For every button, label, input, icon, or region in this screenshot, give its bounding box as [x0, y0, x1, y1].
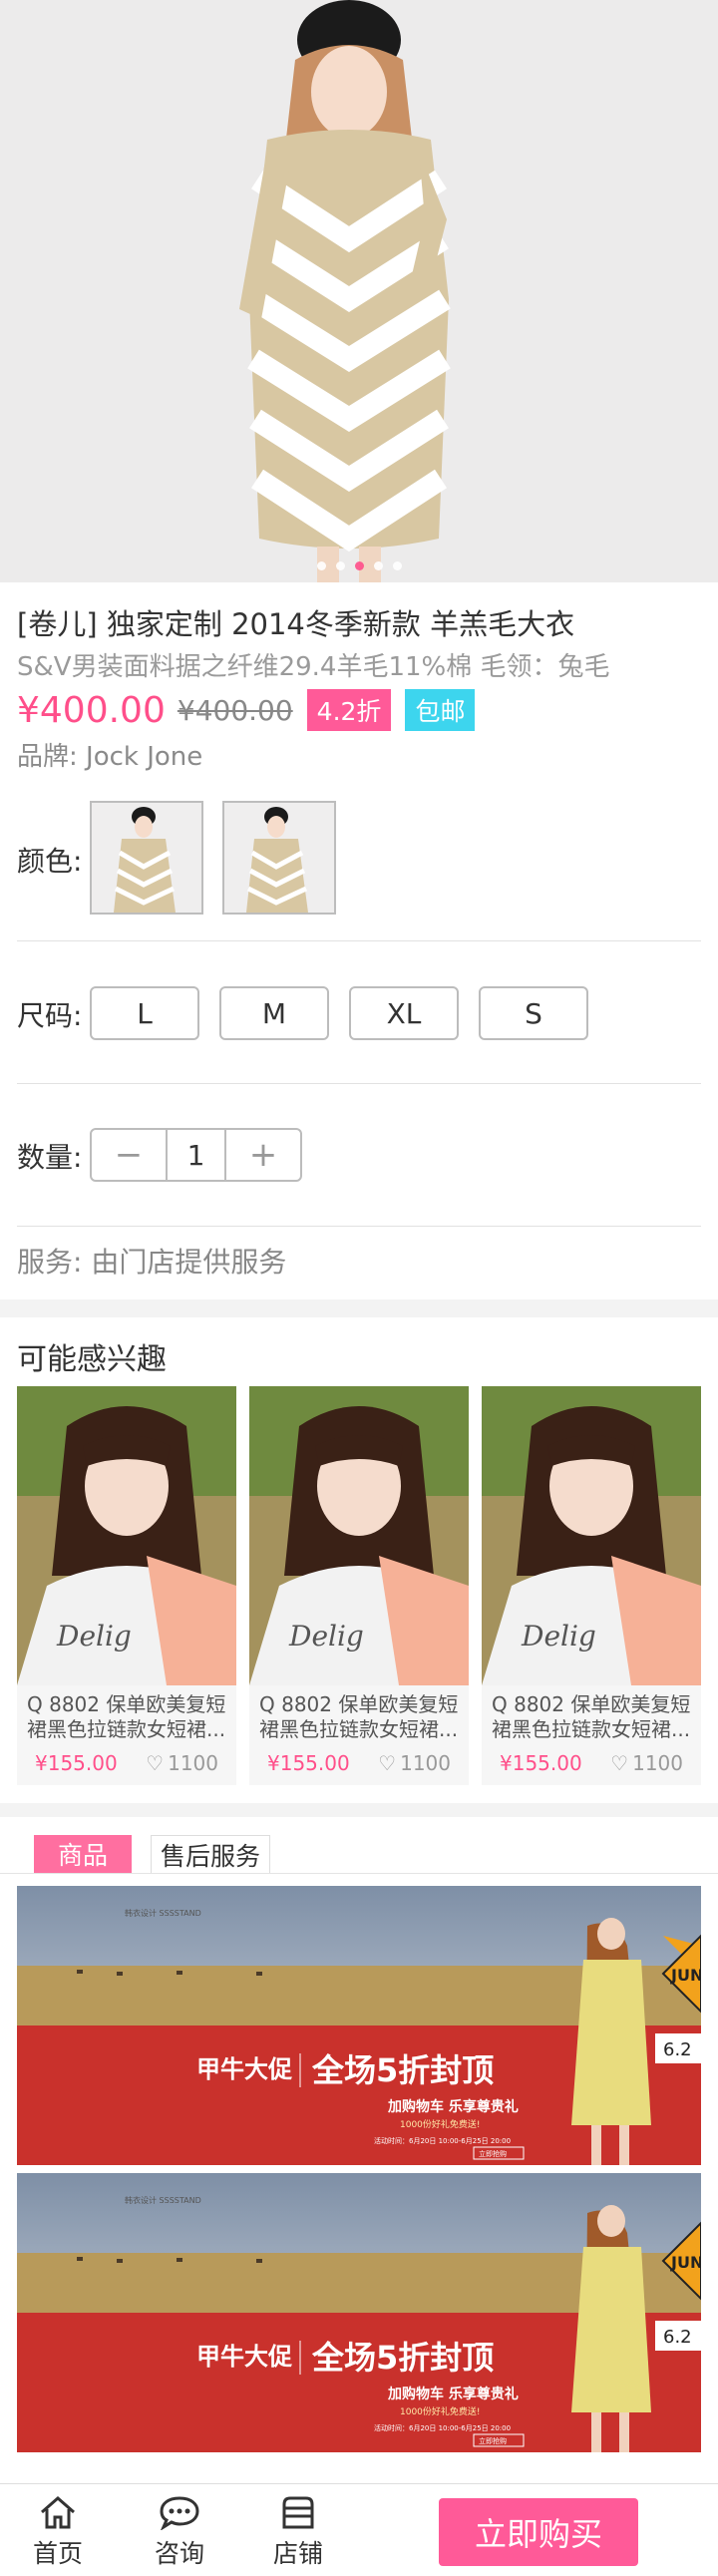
section-separator: [0, 1803, 718, 1817]
product-title: [卷儿] 独家定制 2014冬季新款 羊羔毛大衣: [17, 607, 575, 641]
nav-consult-label: 咨询: [154, 2539, 204, 2568]
svg-text:全场5折封顶: 全场5折封顶: [311, 2051, 494, 2089]
svg-text:活动时间：6月20日 10:00-6月25日 20:00: 活动时间：6月20日 10:00-6月25日 20:00: [374, 2136, 511, 2145]
svg-text:6.2: 6.2: [663, 2039, 692, 2060]
carousel-dot-active[interactable]: [354, 561, 364, 570]
current-price: ¥400.00: [17, 689, 166, 731]
quantity-label: 数量:: [17, 1141, 83, 1174]
svg-text:立即抢购: 立即抢购: [479, 2149, 507, 2158]
recommend-item-likes: ♡ 1100: [610, 1751, 683, 1775]
svg-text:立即抢购: 立即抢购: [479, 2436, 507, 2445]
heart-icon: ♡: [146, 1751, 165, 1775]
nav-shop-label: 店铺: [272, 2539, 323, 2568]
chat-icon: [160, 2496, 199, 2530]
quantity-increase-button[interactable]: +: [226, 1130, 300, 1180]
size-option-m[interactable]: M: [219, 986, 329, 1040]
shop-icon: [282, 2496, 314, 2529]
buy-now-button[interactable]: 立即购买: [439, 2498, 638, 2566]
discount-badge: 4.2折: [306, 689, 392, 731]
promo-banner[interactable]: 韩衣设计 SSSSTAND 甲牛大促 全场5折封顶 加购物车 乐享尊贵礼 100…: [17, 2173, 701, 2452]
swatch-thumbnail: [224, 803, 334, 913]
recommend-item[interactable]: Delig Q 8802 保单欧美复短 裙黑色拉链款女短裙... ¥155.00…: [482, 1386, 701, 1785]
carousel-dot[interactable]: [392, 561, 402, 570]
recommend-title: 可能感兴趣: [17, 1342, 167, 1377]
nav-home[interactable]: 首页: [18, 2494, 98, 2570]
recommend-item-price: ¥155.00: [500, 1751, 582, 1775]
recommend-item[interactable]: Delig Q 8802 保单欧美复短 裙黑色拉链款女短裙... ¥155.00…: [17, 1386, 236, 1785]
svg-text:JUN: JUN: [670, 1966, 701, 1985]
service-info: 服务: 由门店提供服务: [17, 1246, 287, 1279]
divider: [17, 940, 701, 941]
carousel-indicators: [0, 561, 718, 570]
recommend-item-image: Delig: [249, 1386, 469, 1685]
promo-banner-art: 韩衣设计 SSSSTAND 甲牛大促 全场5折封顶 加购物车 乐享尊贵礼 100…: [17, 2173, 701, 2452]
svg-text:1000份好礼免费送!: 1000份好礼免费送!: [400, 2118, 481, 2130]
product-image-carousel[interactable]: [0, 0, 718, 582]
recommend-item-price: ¥155.00: [267, 1751, 350, 1775]
color-swatch-2[interactable]: [222, 801, 336, 915]
home-icon: [41, 2496, 75, 2529]
carousel-dot[interactable]: [335, 561, 345, 570]
product-photo: [0, 0, 718, 582]
product-detail-page: [卷儿] 独家定制 2014冬季新款 羊羔毛大衣 S&V男装面料据之纤维29.4…: [0, 0, 718, 2576]
recommend-item-likes: ♡ 1100: [378, 1751, 451, 1775]
color-swatch-1[interactable]: [90, 801, 203, 915]
svg-text:加购物车 乐享尊贵礼: 加购物车 乐享尊贵礼: [387, 2386, 519, 2402]
tab-goods[interactable]: 商品: [34, 1835, 132, 1873]
nav-consult[interactable]: 咨询: [140, 2494, 219, 2570]
quantity-value[interactable]: 1: [166, 1130, 226, 1180]
svg-text:JUN: JUN: [670, 2253, 701, 2272]
recommend-item-image: Delig: [17, 1386, 236, 1685]
svg-text:全场5折封顶: 全场5折封顶: [311, 2339, 494, 2377]
recommend-item-name: Q 8802 保单欧美复短 裙黑色拉链款女短裙...: [259, 1692, 459, 1741]
svg-text:韩衣设计 SSSSTAND: 韩衣设计 SSSSTAND: [125, 1908, 201, 1918]
original-price: ¥400.00: [177, 693, 293, 727]
carousel-dot[interactable]: [373, 561, 383, 570]
price-row: ¥400.00 ¥400.00 4.2折 包邮: [17, 688, 476, 732]
size-label: 尺码:: [17, 999, 83, 1032]
promo-banner-art: 韩衣设计 SSSSTAND 甲牛大促 全场5折封顶 加购物车 乐享尊贵礼 100…: [17, 1886, 701, 2165]
free-shipping-badge: 包邮: [405, 689, 476, 731]
nav-shop[interactable]: 店铺: [258, 2494, 338, 2570]
color-label: 颜色:: [17, 845, 83, 878]
divider: [17, 1083, 701, 1084]
nav-home-label: 首页: [32, 2539, 83, 2568]
swatch-thumbnail: [92, 803, 201, 913]
size-option-s[interactable]: S: [479, 986, 588, 1040]
recommend-item-name: Q 8802 保单欧美复短 裙黑色拉链款女短裙...: [492, 1692, 691, 1741]
brand-label: 品牌: Jock Jone: [17, 742, 203, 772]
product-subtitle: S&V男装面料据之纤维29.4羊毛11%棉 毛领：兔毛: [17, 652, 610, 682]
svg-text:活动时间：6月20日 10:00-6月25日 20:00: 活动时间：6月20日 10:00-6月25日 20:00: [374, 2423, 511, 2432]
size-option-l[interactable]: L: [90, 986, 199, 1040]
svg-text:甲牛大促: 甲牛大促: [196, 2055, 292, 2083]
heart-icon: ♡: [378, 1751, 397, 1775]
svg-text:6.2: 6.2: [663, 2327, 692, 2348]
svg-text:加购物车 乐享尊贵礼: 加购物车 乐享尊贵礼: [387, 2098, 519, 2115]
carousel-dot[interactable]: [316, 561, 326, 570]
recommend-item-image: Delig: [482, 1386, 701, 1685]
heart-icon: ♡: [610, 1751, 629, 1775]
recommend-item-name: Q 8802 保单欧美复短 裙黑色拉链款女短裙...: [27, 1692, 226, 1741]
quantity-stepper: − 1 +: [90, 1128, 302, 1182]
divider: [17, 1226, 701, 1227]
bottom-action-bar: 首页 咨询 店铺 立即购买: [0, 2483, 718, 2576]
svg-text:韩衣设计 SSSSTAND: 韩衣设计 SSSSTAND: [125, 2195, 201, 2205]
svg-text:Delig: Delig: [56, 1620, 132, 1653]
tab-after-sales[interactable]: 售后服务: [151, 1835, 270, 1873]
svg-text:甲牛大促: 甲牛大促: [196, 2343, 292, 2371]
svg-text:Delig: Delig: [288, 1620, 364, 1653]
recommend-item[interactable]: Delig Q 8802 保单欧美复短 裙黑色拉链款女短裙... ¥155.00…: [249, 1386, 469, 1785]
promo-banner[interactable]: 韩衣设计 SSSSTAND 甲牛大促 全场5折封顶 加购物车 乐享尊贵礼 100…: [17, 1886, 701, 2165]
tab-underline: [0, 1873, 718, 1874]
svg-text:1000份好礼免费送!: 1000份好礼免费送!: [400, 2405, 481, 2417]
size-option-xl[interactable]: XL: [349, 986, 459, 1040]
svg-text:Delig: Delig: [521, 1620, 596, 1653]
recommend-item-price: ¥155.00: [35, 1751, 118, 1775]
recommend-item-likes: ♡ 1100: [146, 1751, 218, 1775]
section-separator: [0, 1299, 718, 1317]
quantity-decrease-button[interactable]: −: [92, 1130, 166, 1180]
